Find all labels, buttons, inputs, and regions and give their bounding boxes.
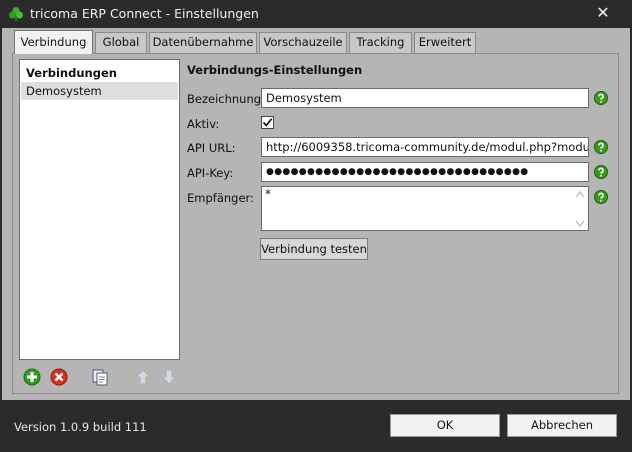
version-label: Version 1.0.9 build 111 — [14, 420, 147, 434]
cancel-button[interactable]: Abbrechen — [507, 414, 617, 437]
connections-list-header: Verbindungen — [26, 66, 117, 80]
aktiv-label: Aktiv: — [187, 117, 220, 131]
tab-vorschauzeile[interactable]: Vorschauzeile — [259, 32, 347, 53]
move-up-button[interactable] — [132, 366, 154, 388]
help-check-icon[interactable] — [594, 165, 608, 179]
add-connection-button[interactable] — [21, 366, 43, 388]
api-url-label: API URL: — [187, 141, 236, 155]
settings-title: Verbindungs-Einstellungen — [187, 63, 363, 77]
empfaenger-field[interactable]: * — [261, 186, 589, 231]
window-title: tricoma ERP Connect - Einstellungen — [30, 6, 259, 21]
test-connection-button[interactable]: Verbindung testen — [260, 238, 368, 260]
title-bar: tricoma ERP Connect - Einstellungen ✕ — [0, 0, 632, 28]
aktiv-checkbox[interactable] — [261, 116, 274, 129]
bezeichnung-field[interactable]: Demosystem — [261, 88, 589, 108]
help-check-icon[interactable] — [594, 91, 608, 105]
api-key-label: API-Key: — [187, 166, 234, 180]
move-up-icon — [134, 369, 152, 385]
ok-button[interactable]: OK — [390, 414, 500, 437]
tab-verbindung[interactable]: Verbindung — [14, 30, 93, 54]
tab-erweitert[interactable]: Erweitert — [414, 32, 476, 53]
bezeichnung-label: Bezeichnung: — [187, 92, 265, 106]
scroll-arrows-icon[interactable] — [574, 189, 586, 229]
tab-tracking[interactable]: Tracking — [349, 32, 412, 53]
checkmark-icon — [262, 118, 273, 127]
list-item[interactable]: Demosystem — [21, 82, 178, 100]
api-key-field[interactable]: ●●●●●●●●●●●●●●●●●●●●●●●●●●●●●●●● — [261, 162, 589, 182]
remove-connection-button[interactable] — [48, 366, 70, 388]
copy-icon — [92, 369, 108, 386]
empfaenger-label: Empfänger: — [187, 191, 254, 205]
help-check-icon[interactable] — [594, 190, 608, 204]
move-down-icon — [160, 369, 178, 385]
connections-list[interactable]: Verbindungen Demosystem — [19, 59, 180, 360]
empfaenger-value: * — [265, 187, 271, 201]
tab-datenuebernahme[interactable]: Datenübernahme — [149, 32, 257, 53]
tab-global[interactable]: Global — [95, 32, 147, 53]
dialog-footer: Version 1.0.9 build 111 OK Abbrechen — [0, 400, 632, 452]
move-down-button[interactable] — [158, 366, 180, 388]
add-icon — [23, 368, 41, 386]
help-check-icon[interactable] — [594, 140, 608, 154]
remove-icon — [50, 368, 68, 386]
close-icon[interactable]: ✕ — [594, 4, 612, 22]
api-url-field[interactable]: http://6009358.tricoma-community.de/modu… — [261, 137, 589, 157]
copy-connection-button[interactable] — [89, 366, 111, 388]
tricoma-clover-icon — [9, 7, 23, 21]
